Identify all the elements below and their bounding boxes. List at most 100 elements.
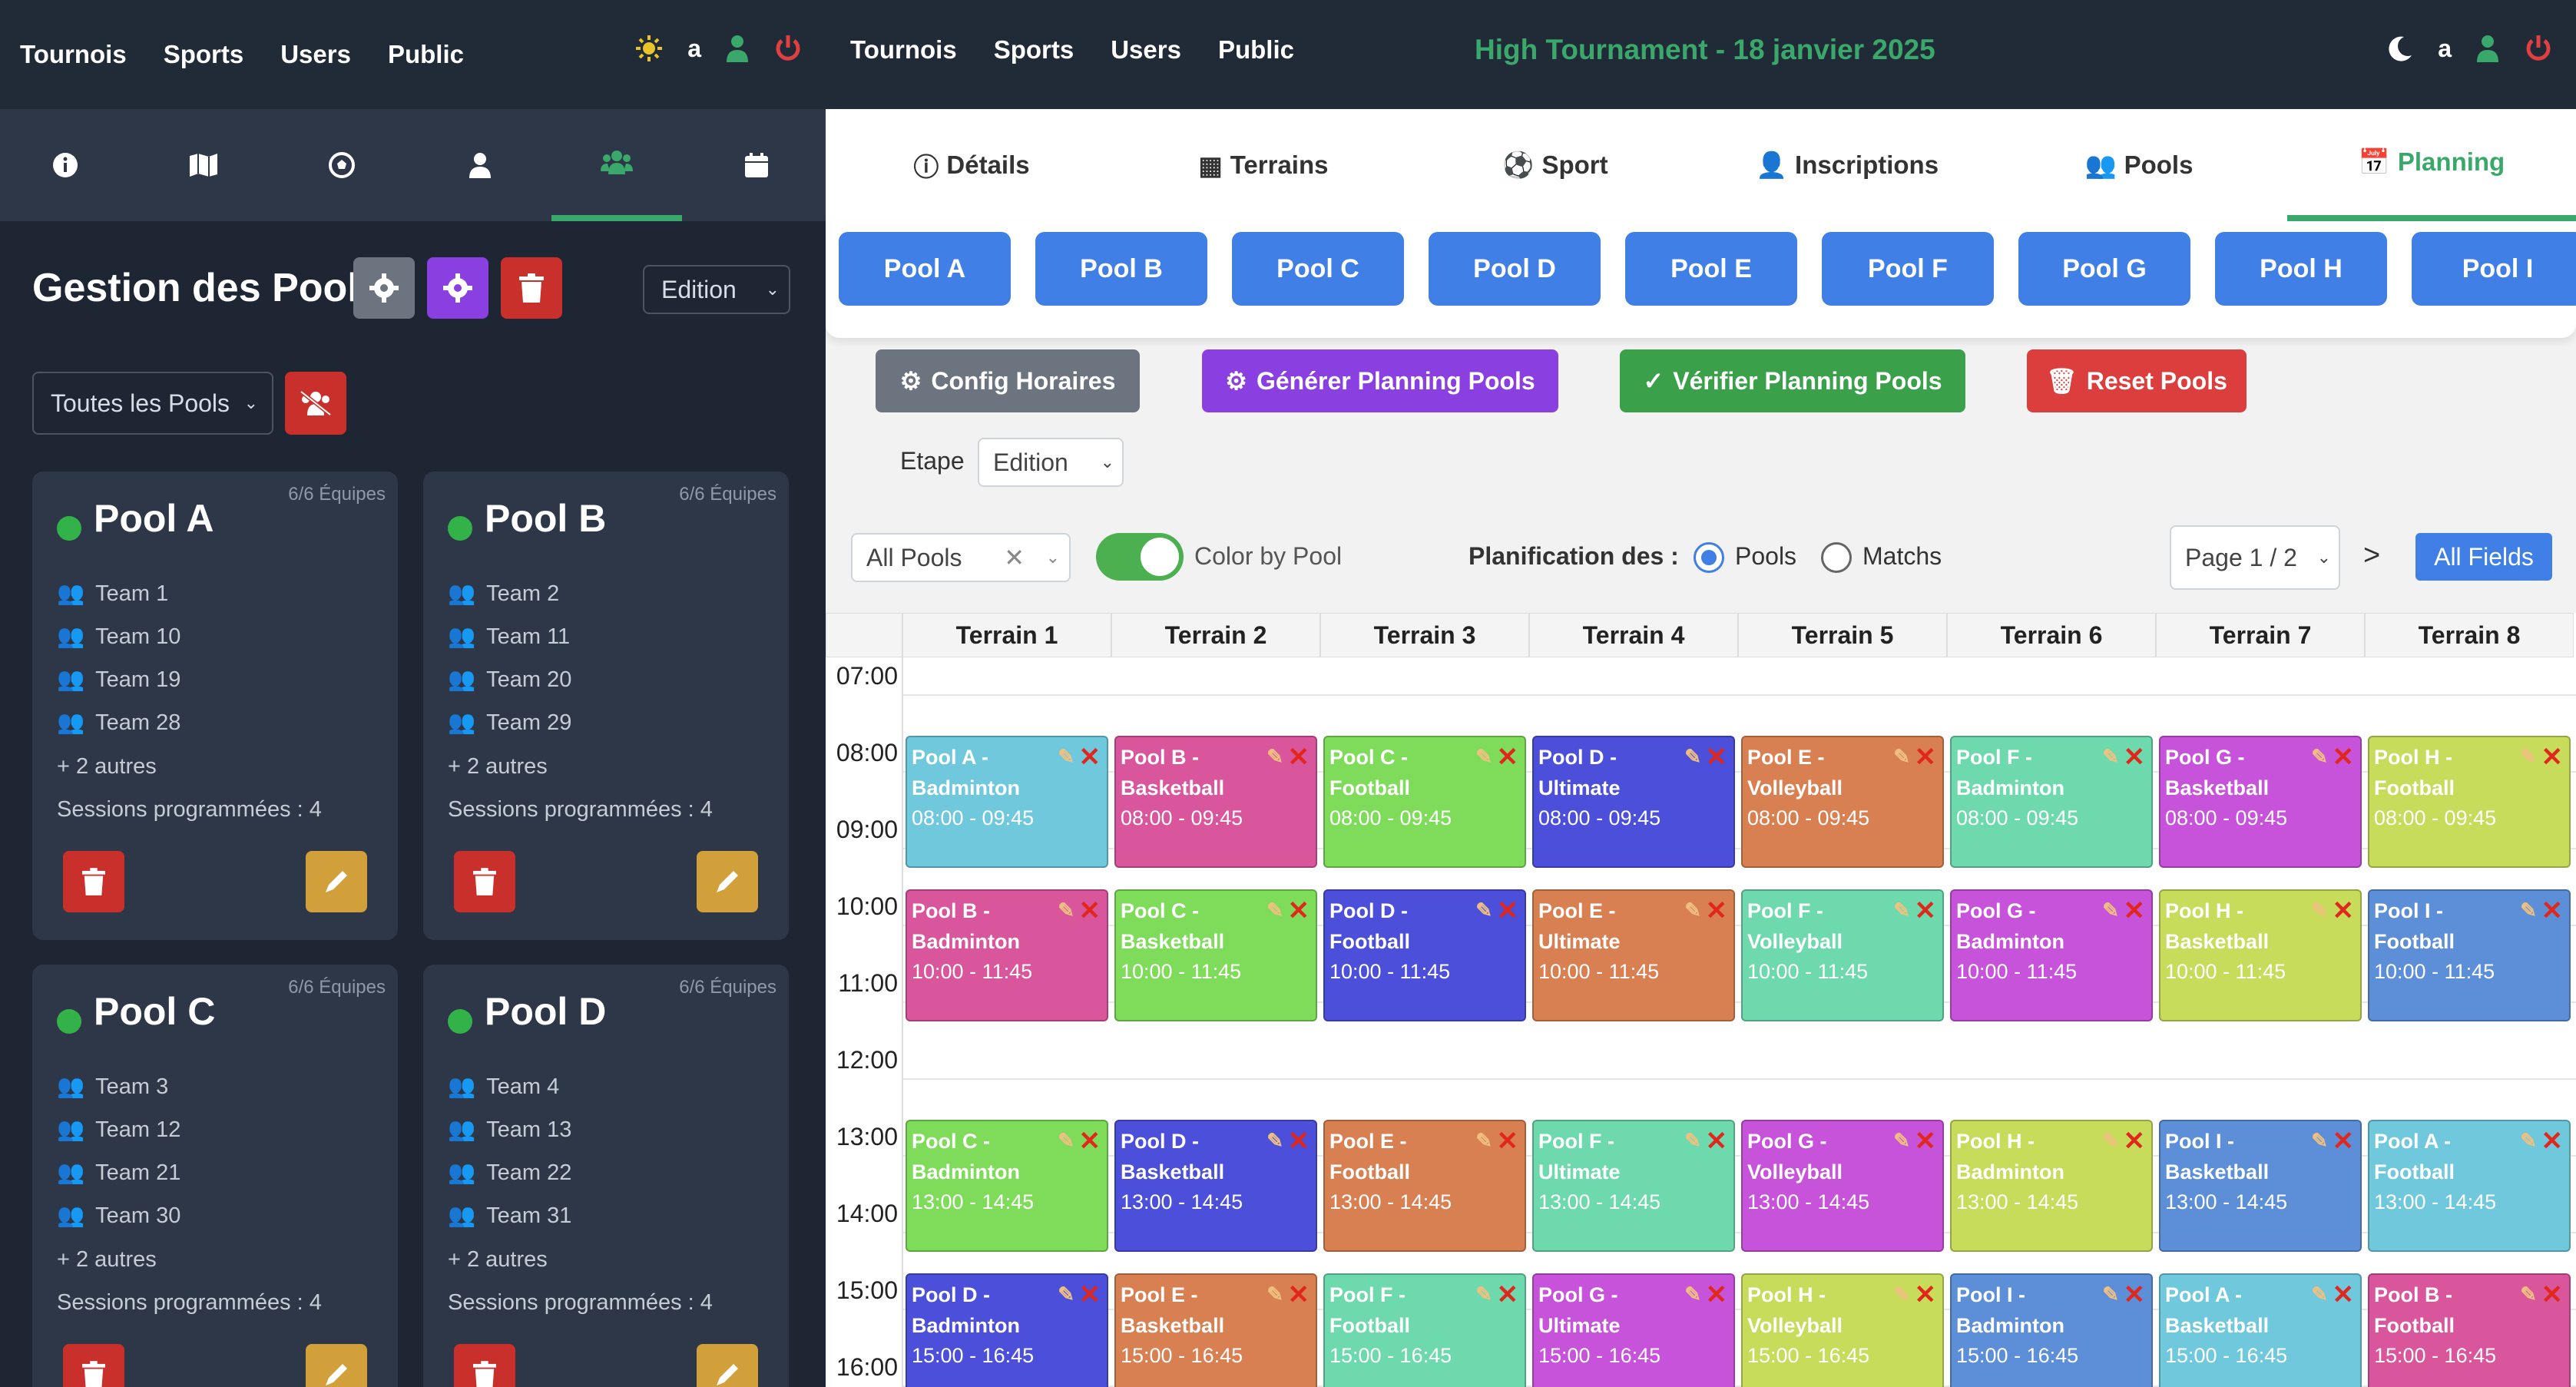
tab-details[interactable]: ⓘ Détails bbox=[826, 109, 1117, 221]
close-icon[interactable]: ✕ bbox=[2333, 1279, 2355, 1310]
edit-pool-button[interactable] bbox=[697, 851, 758, 912]
pencil-icon[interactable]: ✎ bbox=[1893, 745, 1910, 769]
planning-event[interactable]: Pool H - Football 08:00 - 09:45 ✎ ✕ bbox=[2368, 736, 2571, 868]
pencil-icon[interactable]: ✎ bbox=[1893, 1283, 1910, 1306]
close-icon[interactable]: ✕ bbox=[1288, 1126, 1310, 1157]
nav-users[interactable]: Users bbox=[280, 40, 351, 69]
close-icon[interactable]: ✕ bbox=[1497, 1279, 1519, 1310]
pool-button[interactable]: Pool H bbox=[2215, 232, 2387, 306]
planning-event[interactable]: Pool D - Basketball 13:00 - 14:45 ✎ ✕ bbox=[1114, 1120, 1317, 1252]
close-icon[interactable]: ✕ bbox=[1915, 1126, 1937, 1157]
pool-button[interactable]: Pool B bbox=[1035, 232, 1207, 306]
sun-icon[interactable] bbox=[635, 35, 663, 62]
close-icon[interactable]: ✕ bbox=[1497, 895, 1519, 926]
pencil-icon[interactable]: ✎ bbox=[1684, 1283, 1701, 1306]
tab-inscriptions[interactable]: 👤 Inscriptions bbox=[1701, 109, 1993, 221]
pencil-icon[interactable]: ✎ bbox=[2102, 745, 2119, 769]
pencil-icon[interactable]: ✎ bbox=[1266, 1129, 1283, 1153]
close-icon[interactable]: ✕ bbox=[1497, 742, 1519, 773]
planning-event[interactable]: Pool A - Football 13:00 - 14:45 ✎ ✕ bbox=[2368, 1120, 2571, 1252]
planning-event[interactable]: Pool D - Football 10:00 - 11:45 ✎ ✕ bbox=[1323, 889, 1526, 1021]
planning-event[interactable]: Pool I - Football 10:00 - 11:45 ✎ ✕ bbox=[2368, 889, 2571, 1021]
planning-event[interactable]: Pool B - Badminton 10:00 - 11:45 ✎ ✕ bbox=[906, 889, 1108, 1021]
delete-pool-button[interactable] bbox=[63, 851, 124, 912]
close-icon[interactable]: ✕ bbox=[2124, 1279, 2146, 1310]
remove-teams-button[interactable] bbox=[285, 372, 346, 435]
close-icon[interactable]: ✕ bbox=[2333, 742, 2355, 773]
nav-sports[interactable]: Sports bbox=[994, 35, 1074, 65]
close-icon[interactable]: ✕ bbox=[1079, 742, 1101, 773]
planning-event[interactable]: Pool F - Football 15:00 - 16:45 ✎ ✕ bbox=[1323, 1273, 1526, 1387]
planning-event[interactable]: Pool A - Badminton 08:00 - 09:45 ✎ ✕ bbox=[906, 736, 1108, 868]
config-horaires-button[interactable]: ⚙ Config Horaires bbox=[876, 349, 1140, 412]
tab-details-icon[interactable] bbox=[0, 109, 131, 221]
pencil-icon[interactable]: ✎ bbox=[2520, 899, 2537, 922]
planning-event[interactable]: Pool D - Ultimate 08:00 - 09:45 ✎ ✕ bbox=[1532, 736, 1735, 868]
close-icon[interactable]: ✕ bbox=[1079, 895, 1101, 926]
close-icon[interactable]: ✕ bbox=[1706, 742, 1728, 773]
pencil-icon[interactable]: ✎ bbox=[2311, 1129, 2328, 1153]
pencil-icon[interactable]: ✎ bbox=[1058, 899, 1074, 922]
planning-event[interactable]: Pool I - Basketball 13:00 - 14:45 ✎ ✕ bbox=[2159, 1120, 2362, 1252]
pencil-icon[interactable]: ✎ bbox=[2520, 1283, 2537, 1306]
edit-pool-button[interactable] bbox=[306, 1344, 367, 1387]
power-icon[interactable] bbox=[2524, 34, 2553, 63]
pencil-icon[interactable]: ✎ bbox=[2520, 745, 2537, 769]
close-icon[interactable]: ✕ bbox=[2333, 895, 2355, 926]
close-icon[interactable]: ✕ bbox=[1706, 895, 1728, 926]
planning-event[interactable]: Pool E - Volleyball 08:00 - 09:45 ✎ ✕ bbox=[1741, 736, 1944, 868]
close-icon[interactable]: ✕ bbox=[1079, 1279, 1101, 1310]
pool-button[interactable]: Pool A bbox=[839, 232, 1011, 306]
tab-sport[interactable]: ⚽ Sport bbox=[1409, 109, 1701, 221]
planning-event[interactable]: Pool F - Volleyball 10:00 - 11:45 ✎ ✕ bbox=[1741, 889, 1944, 1021]
pool-button[interactable]: Pool E bbox=[1625, 232, 1797, 306]
close-icon[interactable]: ✕ bbox=[1915, 895, 1937, 926]
close-icon[interactable]: ✕ bbox=[2124, 1126, 2146, 1157]
close-icon[interactable]: ✕ bbox=[1079, 1126, 1101, 1157]
close-icon[interactable]: ✕ bbox=[2124, 895, 2146, 926]
pencil-icon[interactable]: ✎ bbox=[1475, 1283, 1492, 1306]
pool-button[interactable]: Pool G bbox=[2018, 232, 2190, 306]
pencil-icon[interactable]: ✎ bbox=[2520, 1129, 2537, 1153]
user-icon[interactable] bbox=[726, 35, 749, 62]
all-fields-button[interactable]: All Fields bbox=[2415, 533, 2552, 581]
pool-button[interactable]: Pool C bbox=[1232, 232, 1404, 306]
pencil-icon[interactable]: ✎ bbox=[2311, 899, 2328, 922]
edit-pool-button[interactable] bbox=[697, 1344, 758, 1387]
delete-pool-button[interactable] bbox=[454, 1344, 515, 1387]
pencil-icon[interactable]: ✎ bbox=[1684, 745, 1701, 769]
close-icon[interactable]: ✕ bbox=[2541, 1126, 2564, 1157]
close-icon[interactable]: ✕ bbox=[1706, 1279, 1728, 1310]
planning-event[interactable]: Pool B - Basketball 08:00 - 09:45 ✎ ✕ bbox=[1114, 736, 1317, 868]
pool-filter-select[interactable]: All Pools ✕ ⌄ bbox=[851, 533, 1071, 582]
tab-planning-icon[interactable] bbox=[691, 109, 822, 221]
pool-button[interactable]: Pool D bbox=[1429, 232, 1601, 306]
moon-icon[interactable] bbox=[2389, 35, 2413, 61]
planning-event[interactable]: Pool F - Badminton 08:00 - 09:45 ✎ ✕ bbox=[1950, 736, 2153, 868]
planning-event[interactable]: Pool E - Football 13:00 - 14:45 ✎ ✕ bbox=[1323, 1120, 1526, 1252]
nav-public[interactable]: Public bbox=[388, 40, 464, 69]
generate-button[interactable] bbox=[427, 257, 488, 319]
close-icon[interactable]: ✕ bbox=[1915, 742, 1937, 773]
planning-event[interactable]: Pool E - Ultimate 10:00 - 11:45 ✎ ✕ bbox=[1532, 889, 1735, 1021]
planning-event[interactable]: Pool H - Volleyball 15:00 - 16:45 ✎ ✕ bbox=[1741, 1273, 1944, 1387]
tab-terrains[interactable]: ▦ Terrains bbox=[1117, 109, 1409, 221]
pencil-icon[interactable]: ✎ bbox=[2102, 1283, 2119, 1306]
close-icon[interactable]: ✕ bbox=[1288, 742, 1310, 773]
close-icon[interactable]: ✕ bbox=[2541, 895, 2564, 926]
nav-tournois[interactable]: Tournois bbox=[20, 40, 127, 69]
pencil-icon[interactable]: ✎ bbox=[1266, 745, 1283, 769]
planning-event[interactable]: Pool D - Badminton 15:00 - 16:45 ✎ ✕ bbox=[906, 1273, 1108, 1387]
planning-event[interactable]: Pool G - Volleyball 13:00 - 14:45 ✎ ✕ bbox=[1741, 1120, 1944, 1252]
verify-planning-button[interactable]: ✓ Vérifier Planning Pools bbox=[1620, 349, 1965, 412]
clear-icon[interactable]: ✕ bbox=[1004, 543, 1025, 572]
planning-event[interactable]: Pool H - Basketball 10:00 - 11:45 ✎ ✕ bbox=[2159, 889, 2362, 1021]
close-icon[interactable]: ✕ bbox=[2333, 1126, 2355, 1157]
pencil-icon[interactable]: ✎ bbox=[1266, 1283, 1283, 1306]
pool-button[interactable]: Pool I bbox=[2412, 232, 2576, 306]
pencil-icon[interactable]: ✎ bbox=[1266, 899, 1283, 922]
nav-users[interactable]: Users bbox=[1111, 35, 1181, 65]
pencil-icon[interactable]: ✎ bbox=[1684, 1129, 1701, 1153]
planning-event[interactable]: Pool C - Basketball 10:00 - 11:45 ✎ ✕ bbox=[1114, 889, 1317, 1021]
close-icon[interactable]: ✕ bbox=[2541, 1279, 2564, 1310]
